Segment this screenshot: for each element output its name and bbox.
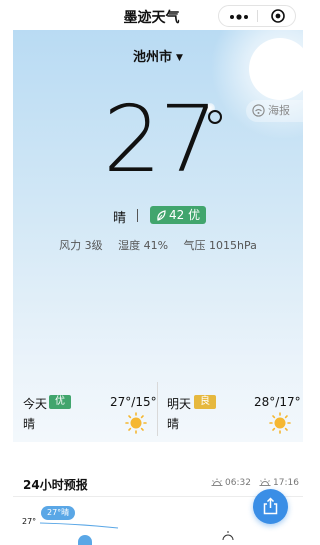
air-quality-badge: 良 <box>194 395 216 409</box>
sunrise-icon <box>211 478 223 486</box>
poster-icon <box>252 104 265 117</box>
sun-icon <box>269 412 291 434</box>
day-condition: 晴 <box>23 417 36 431</box>
high-low-temp: 27°/15° <box>110 395 157 409</box>
weather-details: 风力 3级 湿度 41% 气压 1015hPa <box>13 237 303 253</box>
condition-divider <box>137 209 138 222</box>
day-name: 今天 <box>23 397 48 411</box>
wind-level: 风力 3级 <box>59 239 103 252</box>
current-condition: 晴 <box>113 211 127 226</box>
poster-label: 海报 <box>268 104 290 117</box>
sunset-value: 17:16 <box>273 478 299 488</box>
capsule-divider <box>257 10 258 22</box>
sun-icon <box>125 412 147 434</box>
partly-sunny-icon <box>222 531 234 541</box>
mini-program-capsule <box>218 5 296 27</box>
hour-tooltip: 27°晴 <box>41 506 76 520</box>
condition-row: 晴 42 优 <box>13 206 303 226</box>
aqi-badge[interactable]: 42 优 <box>150 206 207 224</box>
sunrise-time: 06:32 <box>211 478 251 488</box>
city-selector[interactable]: 池州市 ▼ <box>13 46 303 65</box>
forecast-today[interactable]: 今天 优 27°/15° 晴 <box>23 390 157 442</box>
hour-temp-label: 27° <box>22 517 37 526</box>
air-quality-badge: 优 <box>49 395 71 409</box>
temperature-curve <box>40 522 119 529</box>
degree-symbol <box>208 110 222 124</box>
sunrise-value: 06:32 <box>225 478 251 488</box>
humidity: 湿度 41% <box>118 239 169 252</box>
pressure: 气压 1015hPa <box>183 239 257 252</box>
sunset-icon <box>259 478 271 486</box>
hourly-forecast-title: 24小时预报 <box>23 478 88 492</box>
day-condition: 晴 <box>167 417 180 431</box>
hour-marker <box>78 535 92 545</box>
forecast-tomorrow[interactable]: 明天 良 28°/17° 晴 <box>167 390 301 442</box>
sunset-time: 17:16 <box>259 478 299 488</box>
forecast-divider <box>157 382 158 436</box>
aqi-value: 42 优 <box>169 208 201 222</box>
current-temperature: 27 <box>103 86 218 193</box>
weather-hero: 池州市 ▼ 海报 27 晴 42 优 风力 3级 湿度 41% 气压 1015hP… <box>13 30 303 442</box>
close-target-icon[interactable] <box>271 9 285 23</box>
poster-button[interactable]: 海报 <box>246 100 303 122</box>
leaf-icon <box>157 210 166 221</box>
share-icon <box>263 497 278 515</box>
more-icon[interactable] <box>229 14 249 20</box>
share-button[interactable] <box>253 489 288 524</box>
city-name: 池州市 <box>133 50 173 65</box>
navigation-bar: 墨迹天气 <box>0 0 303 30</box>
day-name: 明天 <box>167 397 192 411</box>
high-low-temp: 28°/17° <box>254 395 301 409</box>
caret-down-icon: ▼ <box>176 53 183 63</box>
